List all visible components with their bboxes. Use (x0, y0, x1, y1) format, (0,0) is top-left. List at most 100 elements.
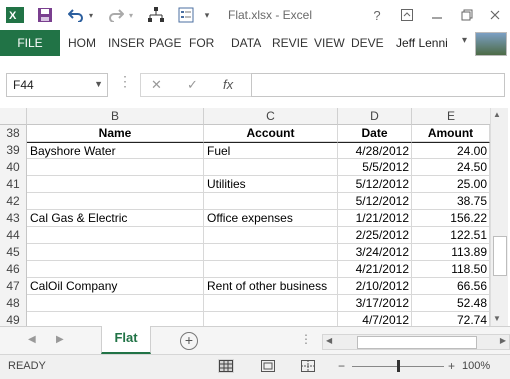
cell-b[interactable] (27, 244, 204, 261)
cell-c[interactable]: Office expenses (204, 210, 338, 227)
tab-formulas[interactable]: FOR (189, 36, 214, 50)
cell-d[interactable]: 3/24/2012 (338, 244, 412, 261)
scroll-left-icon[interactable]: ◀ (326, 336, 332, 345)
cell-d[interactable]: 4/28/2012 (338, 142, 412, 159)
tab-insert[interactable]: INSER (108, 36, 145, 50)
tab-home[interactable]: HOM (68, 36, 96, 50)
cell-b[interactable] (27, 295, 204, 312)
zoom-slider-knob[interactable] (397, 360, 400, 372)
zoom-slider[interactable] (352, 360, 444, 372)
cancel-icon[interactable]: ✕ (151, 77, 162, 93)
cell-c[interactable] (204, 159, 338, 176)
help-button[interactable]: ? (366, 4, 388, 26)
column-header-b[interactable]: B (27, 108, 204, 125)
cell-c[interactable]: Fuel (204, 142, 338, 159)
row-header[interactable]: 48 (0, 295, 27, 313)
cell-c[interactable]: Account (204, 125, 338, 142)
formula-input[interactable] (251, 73, 505, 97)
cell-e[interactable]: 38.75 (412, 193, 490, 210)
undo-icon[interactable] (66, 4, 86, 26)
insert-function-icon[interactable]: fx (223, 77, 233, 92)
name-box-dropdown-icon[interactable]: ▼ (94, 79, 103, 89)
row-header[interactable]: 49 (0, 312, 27, 326)
column-header-c[interactable]: C (204, 108, 338, 125)
cell-e[interactable]: 66.56 (412, 278, 490, 295)
cell-d[interactable]: 3/17/2012 (338, 295, 412, 312)
column-header-d[interactable]: D (338, 108, 412, 125)
cell-b[interactable] (27, 176, 204, 193)
minimize-icon[interactable] (426, 4, 448, 26)
cell-b[interactable] (27, 227, 204, 244)
tab-review[interactable]: REVIE (272, 36, 308, 50)
tab-split-grip-icon[interactable]: ⋮ (300, 332, 312, 346)
cell-d[interactable]: 5/5/2012 (338, 159, 412, 176)
scroll-down-icon[interactable]: ▼ (493, 314, 501, 323)
add-sheet-button[interactable]: + (180, 332, 198, 350)
cell-b[interactable] (27, 261, 204, 278)
tab-developer[interactable]: DEVE (351, 36, 384, 50)
cell-e[interactable]: 156.22 (412, 210, 490, 227)
horizontal-scrollbar[interactable]: ◀ ▶ (322, 334, 510, 350)
enter-check-icon[interactable]: ✓ (187, 77, 198, 93)
vertical-scroll-thumb[interactable] (493, 236, 507, 276)
excel-logo-icon[interactable]: X (4, 4, 26, 26)
row-header[interactable]: 45 (0, 244, 27, 262)
user-name[interactable]: Jeff Lenni (396, 36, 448, 50)
tab-view[interactable]: VIEW (314, 36, 345, 50)
cell-e[interactable]: 113.89 (412, 244, 490, 261)
tab-file[interactable]: FILE (0, 30, 60, 56)
save-icon[interactable] (34, 4, 56, 26)
cell-d[interactable]: Date (338, 125, 412, 142)
prev-sheet-icon[interactable]: ◀ (28, 334, 36, 345)
cell-b[interactable]: Bayshore Water (27, 142, 204, 159)
scroll-right-icon[interactable]: ▶ (500, 336, 506, 345)
sheet-tab-flat[interactable]: Flat (101, 326, 151, 354)
cell-e[interactable]: 118.50 (412, 261, 490, 278)
undo-dropdown-icon[interactable]: ▾ (86, 4, 96, 26)
zoom-out-button[interactable]: − (338, 359, 345, 373)
cell-b[interactable] (27, 312, 204, 326)
cell-e[interactable]: 24.50 (412, 159, 490, 176)
cell-b[interactable]: CalOil Company (27, 278, 204, 295)
normal-view-icon[interactable] (218, 359, 234, 373)
redo-dropdown-icon[interactable]: ▾ (126, 4, 136, 26)
cell-e[interactable]: 52.48 (412, 295, 490, 312)
row-header[interactable]: 41 (0, 176, 27, 194)
cell-d[interactable]: 4/7/2012 (338, 312, 412, 326)
cell-b[interactable] (27, 193, 204, 210)
name-box[interactable]: F44 ▼ (6, 73, 108, 97)
next-sheet-icon[interactable]: ▶ (56, 334, 64, 345)
row-header[interactable]: 40 (0, 159, 27, 177)
cell-b[interactable]: Cal Gas & Electric (27, 210, 204, 227)
cell-c[interactable] (204, 193, 338, 210)
cell-e[interactable]: Amount (412, 125, 490, 142)
zoom-level[interactable]: 100% (462, 360, 490, 372)
cell-e[interactable]: 25.00 (412, 176, 490, 193)
cell-e[interactable]: 122.51 (412, 227, 490, 244)
row-header[interactable]: 44 (0, 227, 27, 245)
cell-d[interactable]: 1/21/2012 (338, 210, 412, 227)
row-header[interactable]: 38 (0, 125, 27, 143)
row-header[interactable]: 39 (0, 142, 27, 160)
tab-page-layout[interactable]: PAGE (149, 36, 181, 50)
row-header[interactable]: 42 (0, 193, 27, 211)
avatar[interactable] (475, 32, 507, 56)
user-dropdown-icon[interactable]: ▾ (462, 35, 467, 46)
cell-b[interactable] (27, 159, 204, 176)
cell-d[interactable]: 5/12/2012 (338, 193, 412, 210)
org-chart-icon[interactable] (145, 4, 167, 26)
cell-e[interactable]: 24.00 (412, 142, 490, 159)
row-header[interactable]: 47 (0, 278, 27, 296)
cell-b[interactable]: Name (27, 125, 204, 142)
cell-d[interactable]: 2/10/2012 (338, 278, 412, 295)
row-header[interactable]: 43 (0, 210, 27, 228)
page-break-preview-icon[interactable] (300, 359, 316, 373)
tab-data[interactable]: DATA (231, 36, 261, 50)
cell-d[interactable]: 5/12/2012 (338, 176, 412, 193)
cell-c[interactable] (204, 312, 338, 326)
cell-c[interactable] (204, 261, 338, 278)
select-all-corner[interactable] (0, 108, 27, 125)
cell-c[interactable] (204, 295, 338, 312)
cell-d[interactable]: 4/21/2012 (338, 261, 412, 278)
cell-c[interactable] (204, 227, 338, 244)
